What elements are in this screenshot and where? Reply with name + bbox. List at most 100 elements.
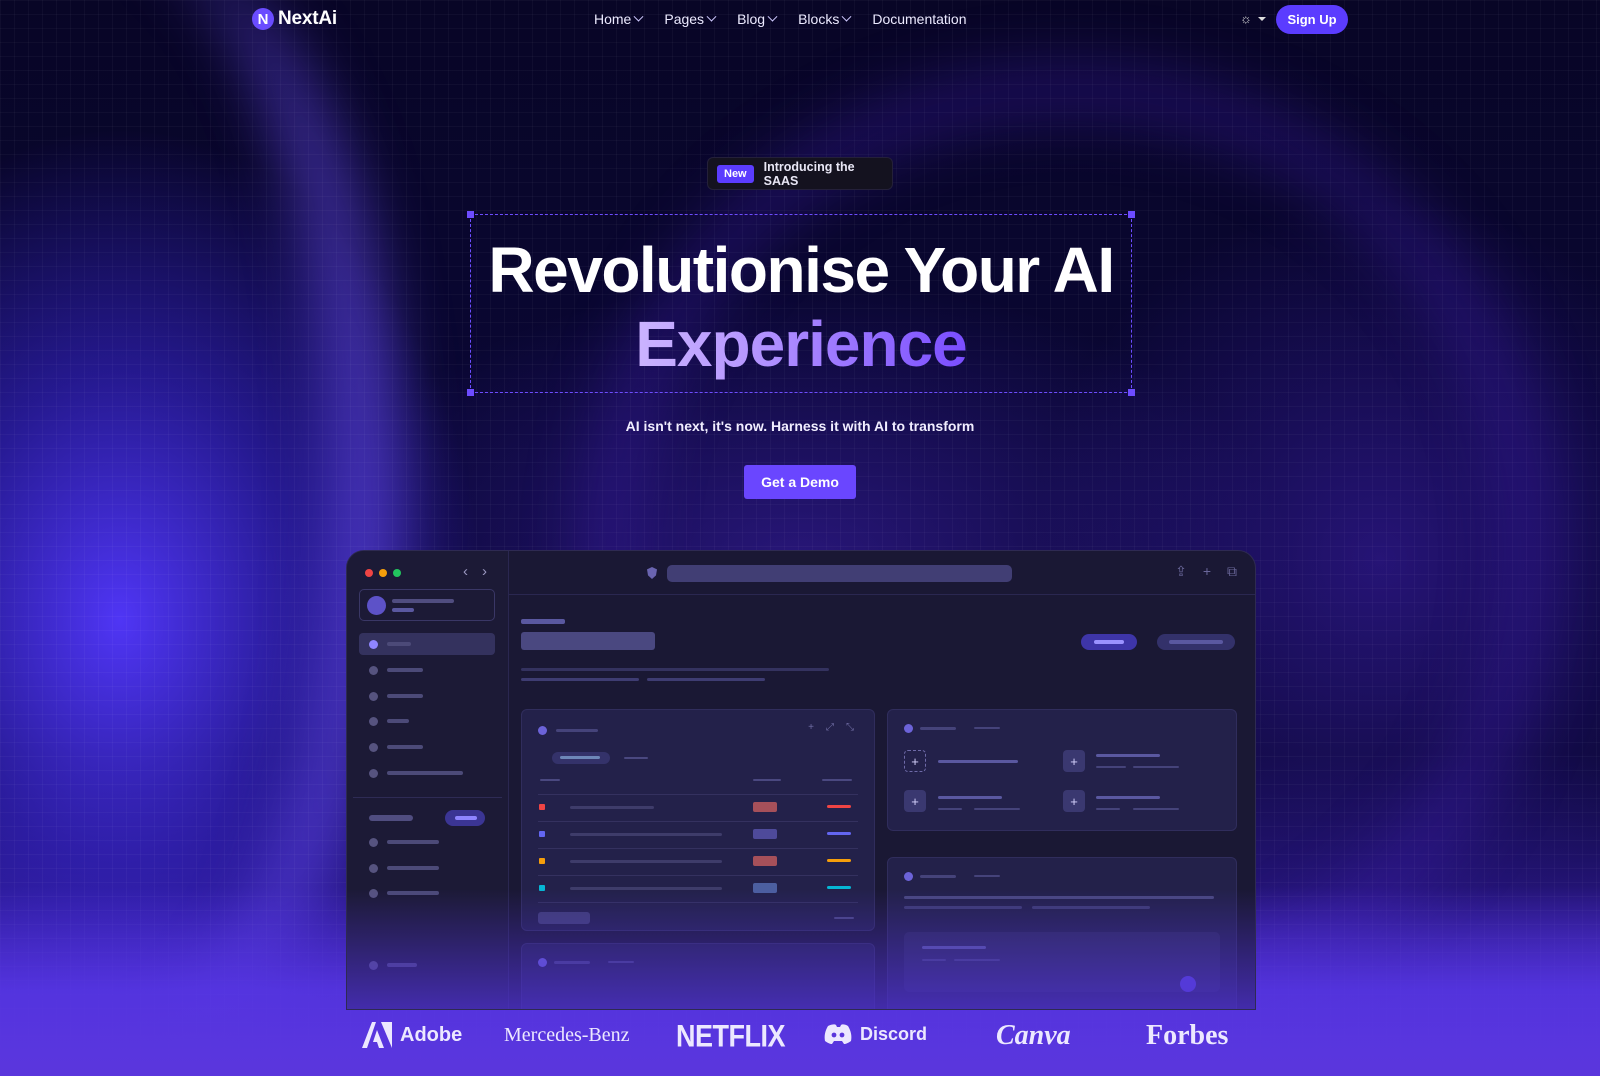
add-icon: + [1063,750,1085,772]
placeholder-line [387,771,463,775]
menu-item-blocks[interactable]: Blocks [798,11,852,27]
placeholder-line [387,668,423,672]
sidebar-divider [353,797,502,798]
placeholder-line [387,745,423,749]
placeholder-line [387,866,439,870]
nav-dot-icon [369,640,378,649]
logo-mercedes-benz: Mercedes-Benz [504,1024,630,1047]
placeholder-line [455,816,477,820]
menu-item-label: Blog [737,11,766,27]
placeholder-line [624,757,648,759]
placeholder-line [920,727,956,730]
address-bar [667,565,1012,582]
add-icon: + [808,722,814,733]
status-tag [539,804,545,810]
sidebar-item [359,831,495,853]
menu-item-pages[interactable]: Pages [664,11,717,27]
logo-forbes: Forbes [1146,1020,1228,1052]
row-divider [538,794,858,795]
preview-fade [347,889,1255,1009]
logo-canva: Canva [996,1020,1071,1052]
placeholder-line [521,619,565,624]
add-icon: + [904,750,926,772]
placeholder-line [1096,766,1126,768]
hero-subtitle: AI isn't next, it's now. Harness it with… [625,418,975,434]
headline-line-1: Revolutionise Your AI [488,234,1115,306]
menu-item-blog[interactable]: Blog [737,11,778,27]
chevron-down-icon [633,11,644,22]
nav-dot-icon [369,666,378,675]
chevron-down-icon [706,11,717,22]
sun-icon: ☼ [1240,11,1252,26]
sidebar-item [359,857,495,879]
placeholder-chip [753,856,777,866]
card-dot-icon [904,872,913,881]
placeholder-line [369,815,413,821]
status-tag [539,831,545,837]
status-tag [539,858,545,864]
tabs-icon: ⧉ [1227,563,1237,579]
card-actions: + ⤢ ⤡ [808,722,854,733]
placeholder-line [1133,808,1179,810]
placeholder-line [938,760,1018,763]
menu-item-label: Home [594,11,632,27]
logo[interactable]: N NextAi [252,8,337,30]
signup-button[interactable]: Sign Up [1276,5,1348,34]
preview-toolbar: ⇪ + ⧉ [509,551,1255,595]
minimize-dot [379,569,387,577]
placeholder-line [1169,640,1223,644]
card-dot-icon [904,724,913,733]
placeholder-line [822,779,852,781]
menu-item-label: Documentation [872,11,967,27]
placeholder-line [647,678,765,681]
placeholder-line [974,808,1020,810]
menu-item-documentation[interactable]: Documentation [872,11,966,27]
placeholder-line [938,796,1002,799]
nav-dot-icon [369,769,378,778]
placeholder-line [387,642,411,646]
row-divider [538,875,858,876]
chevron-down-icon [841,11,852,22]
logo-discord: Discord [824,1023,927,1045]
selection-handle [467,211,474,218]
toolbar-icons: ⇪ + ⧉ [1175,563,1237,580]
placeholder-line [387,719,409,723]
selection-handle [1128,389,1135,396]
quick-actions-card: + + + + [887,709,1237,831]
headline-selection-box: Revolutionise Your AI Experience [467,211,1135,396]
collapse-icon: ⤡ [846,722,854,733]
menu-item-home[interactable]: Home [594,11,644,27]
sidebar-item [359,685,495,707]
placeholder-line [570,806,654,809]
client-logos: Adobe Mercedes-Benz NETFLIX Discord Canv… [0,1019,1600,1066]
placeholder-line [392,608,414,612]
logo-text: NextAi [278,8,337,29]
logo-netflix: NETFLIX [676,1019,786,1055]
placeholder-line [920,875,956,878]
maximize-dot [393,569,401,577]
brand-name: Canva [996,1020,1071,1051]
placeholder-line [827,805,851,808]
placeholder-line [1133,766,1179,768]
avatar [367,596,386,615]
theme-toggle[interactable]: ☼ [1240,11,1266,26]
nav-dot-icon [369,692,378,701]
forward-arrow-icon: › [482,563,487,580]
sidebar-item [359,633,495,655]
placeholder-line [556,729,598,732]
nav-dot-icon [369,743,378,752]
logo-adobe: Adobe [362,1022,462,1048]
get-demo-button[interactable]: Get a Demo [744,465,856,499]
placeholder-line [560,756,600,759]
placeholder-line [387,840,439,844]
profile-card [359,589,495,621]
brand-name: Forbes [1146,1020,1229,1051]
badge-new-tag: New [717,164,754,183]
placeholder-line [827,832,851,835]
announcement-badge[interactable]: New Introducing the SAAS [707,157,893,190]
app-preview-window: ‹ › ⇪ + ⧉ + ⤢ ⤡ + + + + [346,550,1256,1010]
placeholder-line [570,833,722,836]
placeholder-line [938,808,962,810]
badge-text: Introducing the SAAS [763,159,855,188]
placeholder-line [1096,754,1160,757]
